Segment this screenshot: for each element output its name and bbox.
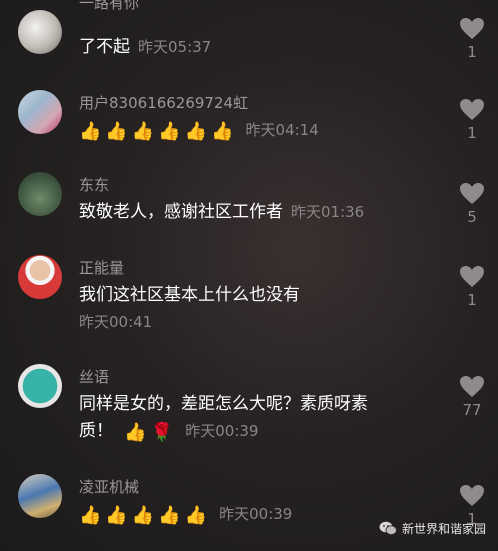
thumbs-up-emoji: 👍 [131,505,155,526]
thumbs-up-emoji: 👍 [131,121,155,142]
like-count: 5 [467,208,477,226]
thumbs-up-emoji: 👍 [105,505,128,526]
like-count: 1 [467,124,477,142]
comment-text-line: 致敬老人，感谢社区工作者 昨天01:36 [79,198,364,227]
thumbs-up-emoji: 👍 [124,422,147,443]
comment-author[interactable]: 一路有你 [79,0,139,13]
comment-time: 昨天05:37 [138,38,212,56]
comment-time: 昨天00:41 [79,313,153,331]
comment-text-line-2: 质！ 👍 🌹 昨天00:39 [79,417,258,446]
watermark: 新世界和谐家园 [379,520,486,537]
avatar[interactable] [18,474,62,518]
comment-time: 昨天00:39 [185,422,259,440]
thumbs-up-emoji: 👍 [79,505,102,526]
comment-text-continued: 质！ [79,421,113,441]
heart-icon [460,183,484,204]
like-button[interactable]: 77 [457,375,487,419]
comment-author[interactable]: 用户8306166269724虹 [79,92,248,113]
avatar[interactable] [18,364,62,408]
avatar[interactable] [18,172,62,216]
comment-text: 了不起 [79,37,130,57]
watermark-text: 新世界和谐家园 [401,522,486,536]
avatar[interactable] [18,255,62,299]
comment-text-line: 👍 👍 👍 👍 👍 👍 昨天04:14 [79,116,319,145]
comment-author[interactable]: 凌亚机械 [79,476,139,497]
heart-icon [460,266,484,287]
like-button[interactable]: 1 [457,17,487,61]
like-count: 77 [462,401,482,419]
like-count: 1 [467,291,477,309]
thumbs-up-emoji: 👍 [79,121,102,142]
thumbs-up-emoji: 👍 [105,121,128,142]
thumbs-up-emoji: 👍 [184,505,208,526]
comment-text: 我们这社区基本上什么也没有 [79,285,300,305]
comment-author[interactable]: 东东 [79,174,109,195]
heart-icon [460,18,484,39]
comment-time-line: 昨天00:41 [79,308,152,337]
avatar[interactable] [18,90,62,134]
thumbs-up-emoji: 👍 [211,121,234,142]
comment-author[interactable]: 正能量 [79,257,124,278]
like-button[interactable]: 5 [457,182,487,226]
wechat-icon [379,521,397,535]
comment-time: 昨天00:39 [219,505,293,523]
thumbs-up-emoji: 👍 [158,121,181,142]
comment-text-line: 了不起 昨天05:37 [79,33,211,62]
rose-emoji: 🌹 [150,422,174,443]
comment-text-line: 同样是女的，差距怎么大呢？素质呀素 [79,390,368,419]
comment-text-line: 👍 👍 👍 👍 👍 昨天00:39 [79,500,292,529]
thumbs-up-emoji: 👍 [184,121,208,142]
like-count: 1 [467,43,477,61]
avatar[interactable] [18,10,62,54]
comment-time: 昨天04:14 [245,121,319,139]
heart-icon [460,485,484,506]
heart-icon [460,99,484,120]
like-button[interactable]: 1 [457,265,487,309]
comment-author[interactable]: 丝语 [79,366,109,387]
comment-text-line: 我们这社区基本上什么也没有 [79,281,300,310]
thumbs-up-emoji: 👍 [158,505,181,526]
comment-text: 致敬老人，感谢社区工作者 [79,202,283,222]
comment-text: 同样是女的，差距怎么大呢？素质呀素 [79,394,368,414]
comment-time: 昨天01:36 [291,203,365,221]
heart-icon [460,376,484,397]
like-button[interactable]: 1 [457,98,487,142]
